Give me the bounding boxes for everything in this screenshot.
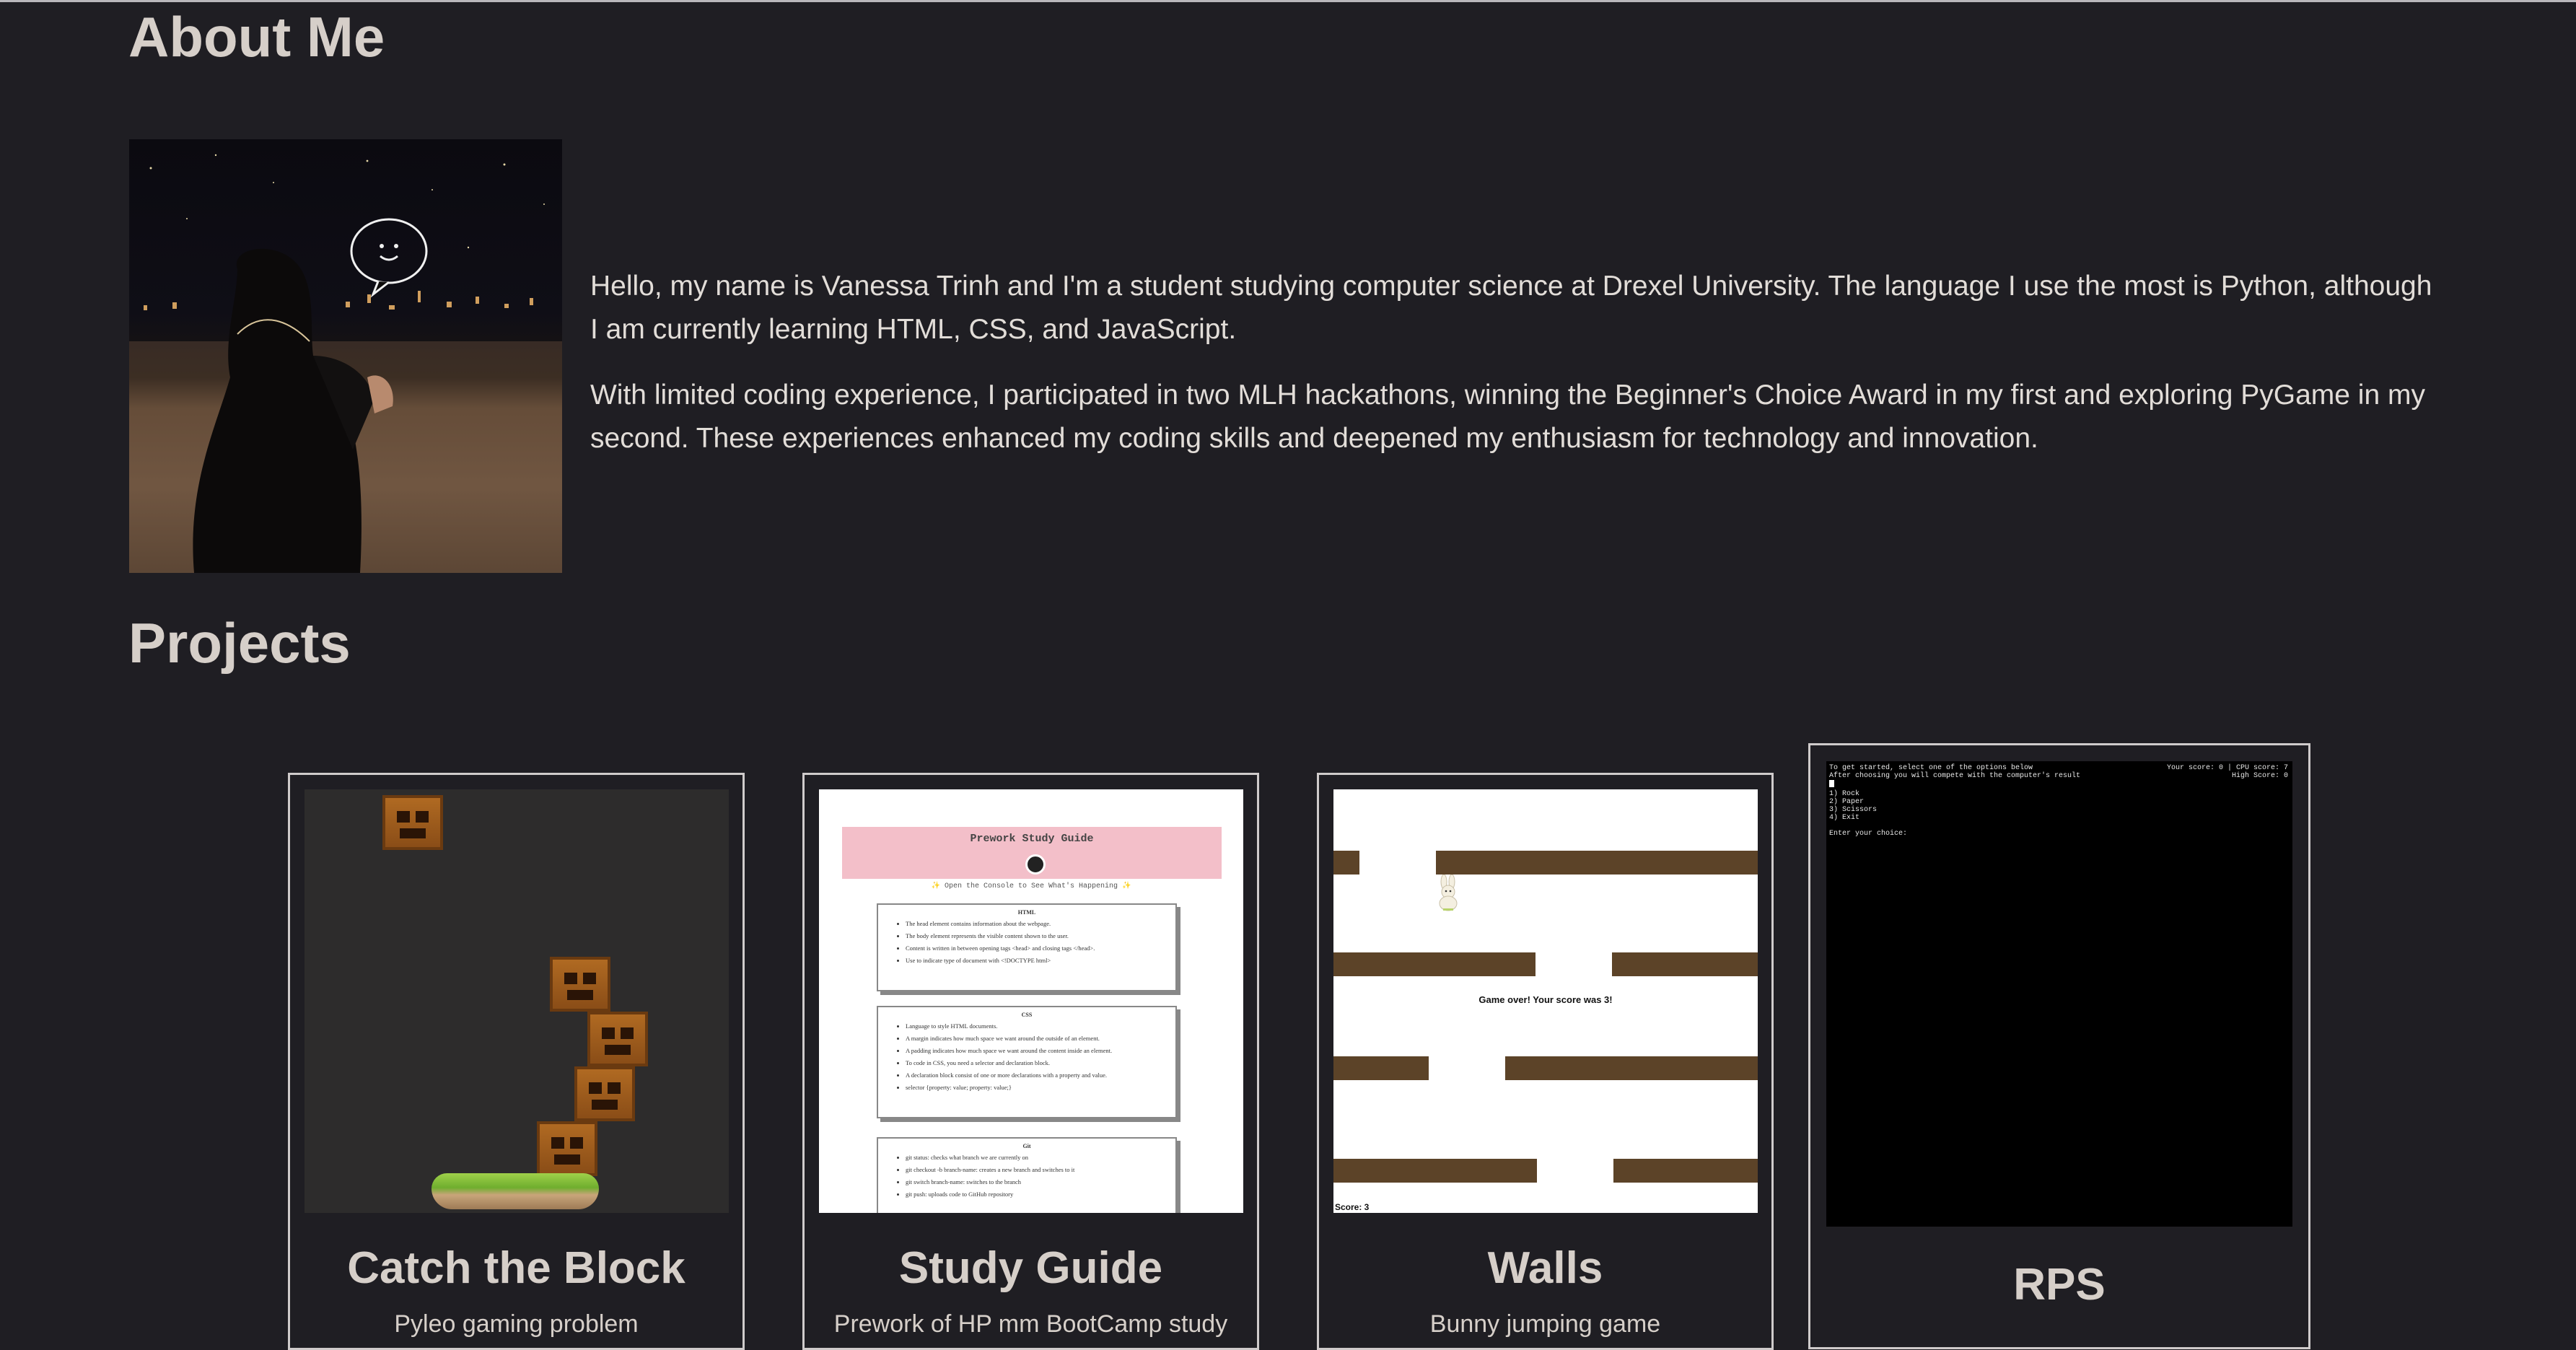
section-heading: Git <box>1022 1143 1031 1149</box>
list-item: Language to style HTML documents. <box>906 1022 1175 1030</box>
list-item: To code in CSS, you need a selector and … <box>906 1059 1175 1066</box>
section-heading: HTML <box>1017 909 1036 916</box>
list-item: Content is written in between opening ta… <box>906 944 1175 952</box>
falling-block <box>382 795 443 850</box>
bio-paragraph-1: Hello, my name is Vanessa Trinh and I'm … <box>590 271 2432 345</box>
walls-screenshot: Game over! Your score was 3! Score: 3 <box>1333 789 1758 1213</box>
section-heading: CSS <box>1021 1012 1033 1018</box>
catch-the-block-screenshot <box>305 789 729 1213</box>
project-description: Bunny jumping game <box>1429 1310 1661 1338</box>
profile-photo <box>129 139 562 573</box>
wall-segment <box>1333 952 1535 976</box>
bunny-icon <box>1439 875 1458 911</box>
project-card-walls[interactable]: Game over! Your score was 3! Score: 3 Wa… <box>1317 773 1774 1350</box>
project-card-study-guide[interactable]: Prework Study Guide ✨ Open the Console t… <box>802 773 1259 1350</box>
project-description: Pyleo gaming problem <box>394 1310 639 1338</box>
wall-segment <box>1333 1159 1537 1183</box>
cursor-icon <box>1829 780 1834 787</box>
terminal-options: 1) Rock 2) Paper 3) Scissors 4) Exit Ent… <box>1829 790 1908 838</box>
study-guide-banner: Prework Study Guide <box>842 827 1222 879</box>
stacked-block <box>574 1066 635 1121</box>
terminal-intro: To get started, select one of the option… <box>1829 764 2081 780</box>
list-item: A margin indicates how much space we wan… <box>906 1035 1175 1042</box>
terminal-output: To get started, select one of the option… <box>1829 764 2080 838</box>
game-over-message: Game over! Your score was 3! <box>1478 994 1613 1005</box>
score-label: Score: 3 <box>1335 1202 1370 1212</box>
list-item: The body element represents the visible … <box>906 932 1175 939</box>
list-item: A declaration block consist of one or mo… <box>906 1071 1175 1079</box>
avatar-icon <box>1025 854 1046 875</box>
wall-segment <box>1613 1159 1758 1183</box>
list-item: git checkout -b branch-name: creates a n… <box>906 1166 1175 1173</box>
stacked-block <box>537 1121 597 1176</box>
list-item: selector {property: value; property: val… <box>906 1084 1175 1091</box>
study-guide-heading: Prework Study Guide <box>970 833 1094 845</box>
top-border <box>0 0 2576 2</box>
project-description: Prework of HP mm BootCamp study <box>833 1310 1228 1338</box>
study-guide-screenshot: Prework Study Guide ✨ Open the Console t… <box>819 789 1243 1213</box>
wall-segment <box>1333 851 1359 875</box>
study-guide-subtitle: ✨ Open the Console to See What's Happeni… <box>931 882 1131 890</box>
catcher-platform <box>431 1173 599 1209</box>
study-section-css: CSS Language to style HTML documents. A … <box>877 1006 1177 1118</box>
terminal-scoreboard: Your score: 0 | CPU score: 7 High Score:… <box>2166 764 2288 780</box>
profile-photo-art <box>129 154 562 573</box>
about-heading: About Me <box>128 5 385 69</box>
project-title[interactable]: Catch the Block <box>290 1242 742 1294</box>
stacked-block <box>587 1012 648 1066</box>
project-card-rps[interactable]: To get started, select one of the option… <box>1808 743 2310 1349</box>
list-item: A padding indicates how much space we wa… <box>906 1047 1175 1054</box>
bio-paragraph-2: With limited coding experience, I partic… <box>590 380 2425 454</box>
project-title[interactable]: RPS <box>1810 1259 2308 1310</box>
stacked-block <box>550 957 610 1012</box>
wall-segment <box>1333 1056 1429 1080</box>
wall-segment <box>1505 1056 1758 1080</box>
list-item: The head element contains information ab… <box>906 920 1175 927</box>
wall-segment <box>1612 952 1758 976</box>
study-section-html: HTML The head element contains informati… <box>877 903 1177 991</box>
list-item: Use to indicate type of document with <!… <box>906 957 1175 964</box>
list-item: git switch branch-name: switches to the … <box>906 1178 1175 1185</box>
project-title[interactable]: Walls <box>1319 1242 1771 1294</box>
project-title[interactable]: Study Guide <box>805 1242 1257 1294</box>
wall-segment <box>1436 851 1758 875</box>
rps-terminal-screenshot: To get started, select one of the option… <box>1826 761 2292 1227</box>
list-item: git status: checks what branch we are cu… <box>906 1154 1175 1161</box>
projects-heading: Projects <box>128 611 351 675</box>
study-section-git: Git git status: checks what branch we ar… <box>877 1137 1177 1213</box>
list-item: git push: uploads code to GitHub reposit… <box>906 1191 1175 1198</box>
project-card-catch-the-block[interactable]: Catch the Block Pyleo gaming problem <box>288 773 745 1350</box>
